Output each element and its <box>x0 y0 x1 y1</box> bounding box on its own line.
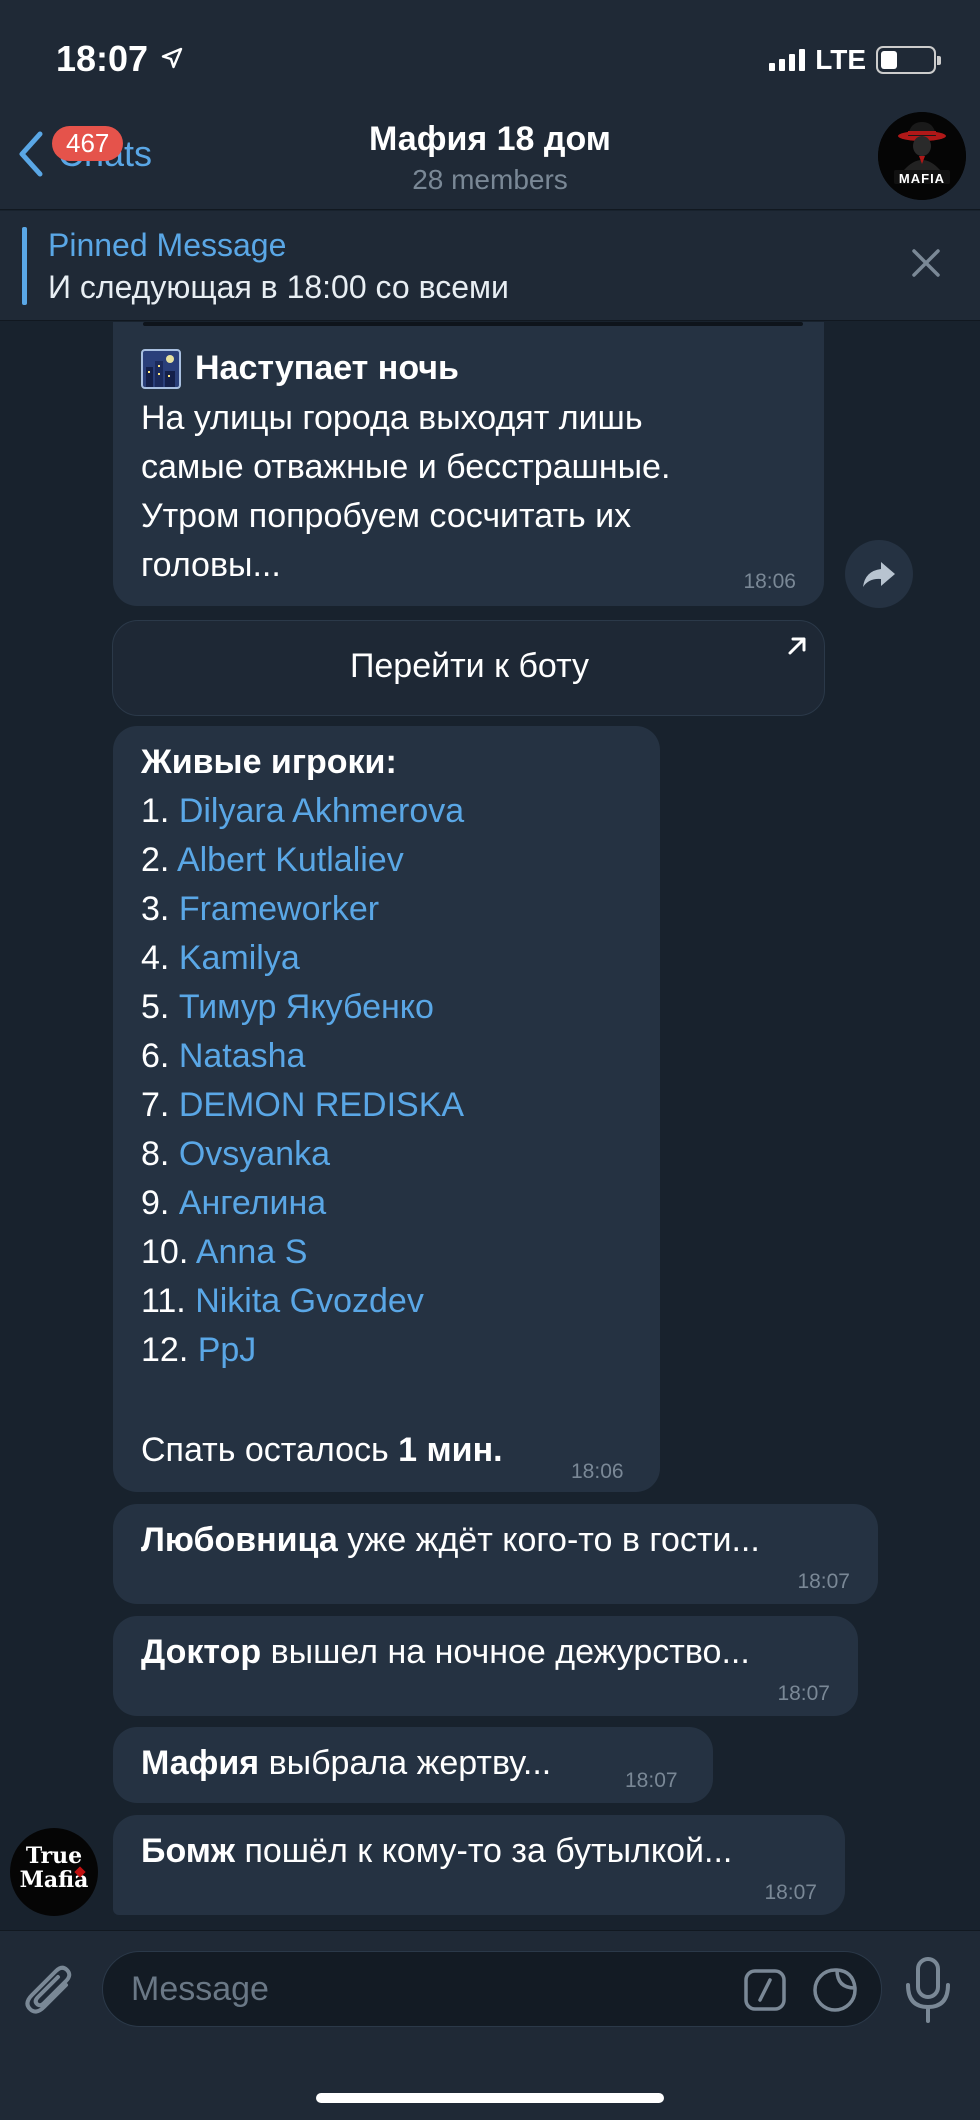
members-count: 28 members <box>412 164 568 195</box>
player-link[interactable]: Dilyara Akhmerova <box>179 792 464 830</box>
player-link[interactable]: Anna S <box>196 1233 308 1271</box>
night-city-icon <box>141 348 181 389</box>
message-bubble-mafia[interactable]: Мафия выбрала жертву... 18:07 <box>113 1727 713 1803</box>
players-title: Живые игроки: <box>141 743 397 781</box>
message-text: Доктор вышел на ночное дежурство... <box>141 1633 750 1671</box>
message-time: 18:07 <box>764 1881 817 1904</box>
player-row: 12. PpJ <box>141 1331 257 1369</box>
battery-icon <box>876 46 941 74</box>
bot-commands-icon[interactable] <box>743 1968 787 2012</box>
night-line-4: головы... <box>141 546 281 584</box>
status-bar: 18:07 LTE <box>0 0 980 110</box>
night-line-2: самые отважные и бесстрашные. <box>141 448 671 486</box>
pinned-message[interactable]: Pinned Message И следующая в 18:00 со вс… <box>0 211 980 321</box>
external-link-icon <box>788 637 806 655</box>
player-link[interactable]: Nikita Gvozdev <box>195 1282 424 1320</box>
player-link[interactable]: PpJ <box>198 1331 257 1369</box>
message-bubble-bum[interactable]: Бомж пошёл к кому-то за бутылкой... 18:0… <box>113 1815 845 1915</box>
message-bubble-lover[interactable]: Любовница уже ждёт кого-то в гости... 18… <box>113 1504 878 1604</box>
player-link[interactable]: Kamilya <box>179 939 300 977</box>
player-row: 10. Anna S <box>141 1233 308 1271</box>
player-row: 1. Dilyara Akhmerova <box>141 792 465 830</box>
close-icon[interactable] <box>910 247 942 284</box>
player-row: 8. Ovsyanka <box>141 1135 330 1173</box>
home-indicator <box>316 2093 664 2103</box>
sender-avatar[interactable]: True Mafia <box>10 1828 98 1916</box>
message-bubble-night[interactable]: Наступает ночь На улицы города выходят л… <box>113 322 824 606</box>
message-text: Любовница уже ждёт кого-то в гости... <box>141 1521 760 1559</box>
group-avatar[interactable]: MAFIA <box>878 112 966 200</box>
pinned-title: Pinned Message <box>48 227 287 263</box>
player-row: 7. DEMON REDISKA <box>141 1086 465 1124</box>
player-row: 4. Kamilya <box>141 939 300 977</box>
player-row: 6. Natasha <box>141 1037 306 1075</box>
avatar-logo-text: MAFIA <box>898 171 946 186</box>
forward-button[interactable] <box>845 540 913 608</box>
message-time: 18:06 <box>743 570 796 593</box>
message-bubble-players[interactable]: Живые игроки: 1. Dilyara Akhmerova 2. Al… <box>113 726 660 1492</box>
avatar-text-line-1: True <box>25 1843 83 1869</box>
player-row: 2. Albert Kutlaliev <box>141 841 404 879</box>
player-link[interactable]: Тимур Якубенко <box>179 988 434 1026</box>
message-bubble-doctor[interactable]: Доктор вышел на ночное дежурство... 18:0… <box>113 1616 858 1716</box>
player-link[interactable]: Ангелина <box>179 1184 326 1222</box>
open-bot-label: Перейти к боту <box>349 647 590 685</box>
message-input[interactable]: Message <box>102 1951 882 2027</box>
pinned-accent-bar <box>22 227 27 305</box>
message-time: 18:07 <box>777 1682 830 1705</box>
night-title: Наступает ночь <box>195 349 459 387</box>
player-link[interactable]: DEMON REDISKA <box>179 1086 464 1124</box>
player-link[interactable]: Ovsyanka <box>179 1135 330 1173</box>
message-composer: Message <box>0 1930 980 2120</box>
chat-header: Chats 467 Мафия 18 дом 28 members MAFIA <box>0 110 980 210</box>
sticker-icon[interactable] <box>811 1966 859 2014</box>
night-line-3: Утром попробуем сосчитать их <box>141 497 632 535</box>
pinned-text: И следующая в 18:00 со всеми <box>48 269 509 305</box>
message-text: Бомж пошёл к кому-то за бутылкой... <box>141 1832 733 1870</box>
player-row: 3. Frameworker <box>141 890 380 928</box>
message-placeholder: Message <box>131 1970 269 2008</box>
attach-icon[interactable] <box>22 1957 82 2021</box>
player-row: 5. Тимур Якубенко <box>141 988 434 1026</box>
signal-icon <box>769 49 806 71</box>
status-indicators: LTE <box>769 44 941 76</box>
location-arrow-icon <box>160 46 184 75</box>
message-time: 18:07 <box>797 1570 850 1593</box>
sleep-remaining: Спать осталось 1 мин. <box>141 1431 503 1469</box>
player-link[interactable]: Natasha <box>179 1037 306 1075</box>
player-link[interactable]: Frameworker <box>179 890 379 928</box>
players-list: 1. Dilyara Akhmerova 2. Albert Kutlaliev… <box>141 787 464 1375</box>
network-type: LTE <box>815 44 866 75</box>
image-edge <box>143 322 803 326</box>
open-bot-button[interactable]: Перейти к боту <box>112 620 825 716</box>
player-row: 11. Nikita Gvozdev <box>141 1282 424 1320</box>
chat-title[interactable]: Мафия 18 дом <box>0 120 980 159</box>
status-time: 18:07 <box>56 38 149 79</box>
night-line-1: На улицы города выходят лишь <box>141 399 643 437</box>
share-arrow-icon <box>863 562 895 587</box>
player-row: 9. Ангелина <box>141 1184 327 1222</box>
message-time: 18:07 <box>625 1769 678 1792</box>
message-time: 18:06 <box>571 1460 624 1483</box>
microphone-icon[interactable] <box>902 1955 954 2025</box>
player-link[interactable]: Albert Kutlaliev <box>177 841 404 879</box>
message-text: Мафия выбрала жертву... <box>141 1744 552 1782</box>
